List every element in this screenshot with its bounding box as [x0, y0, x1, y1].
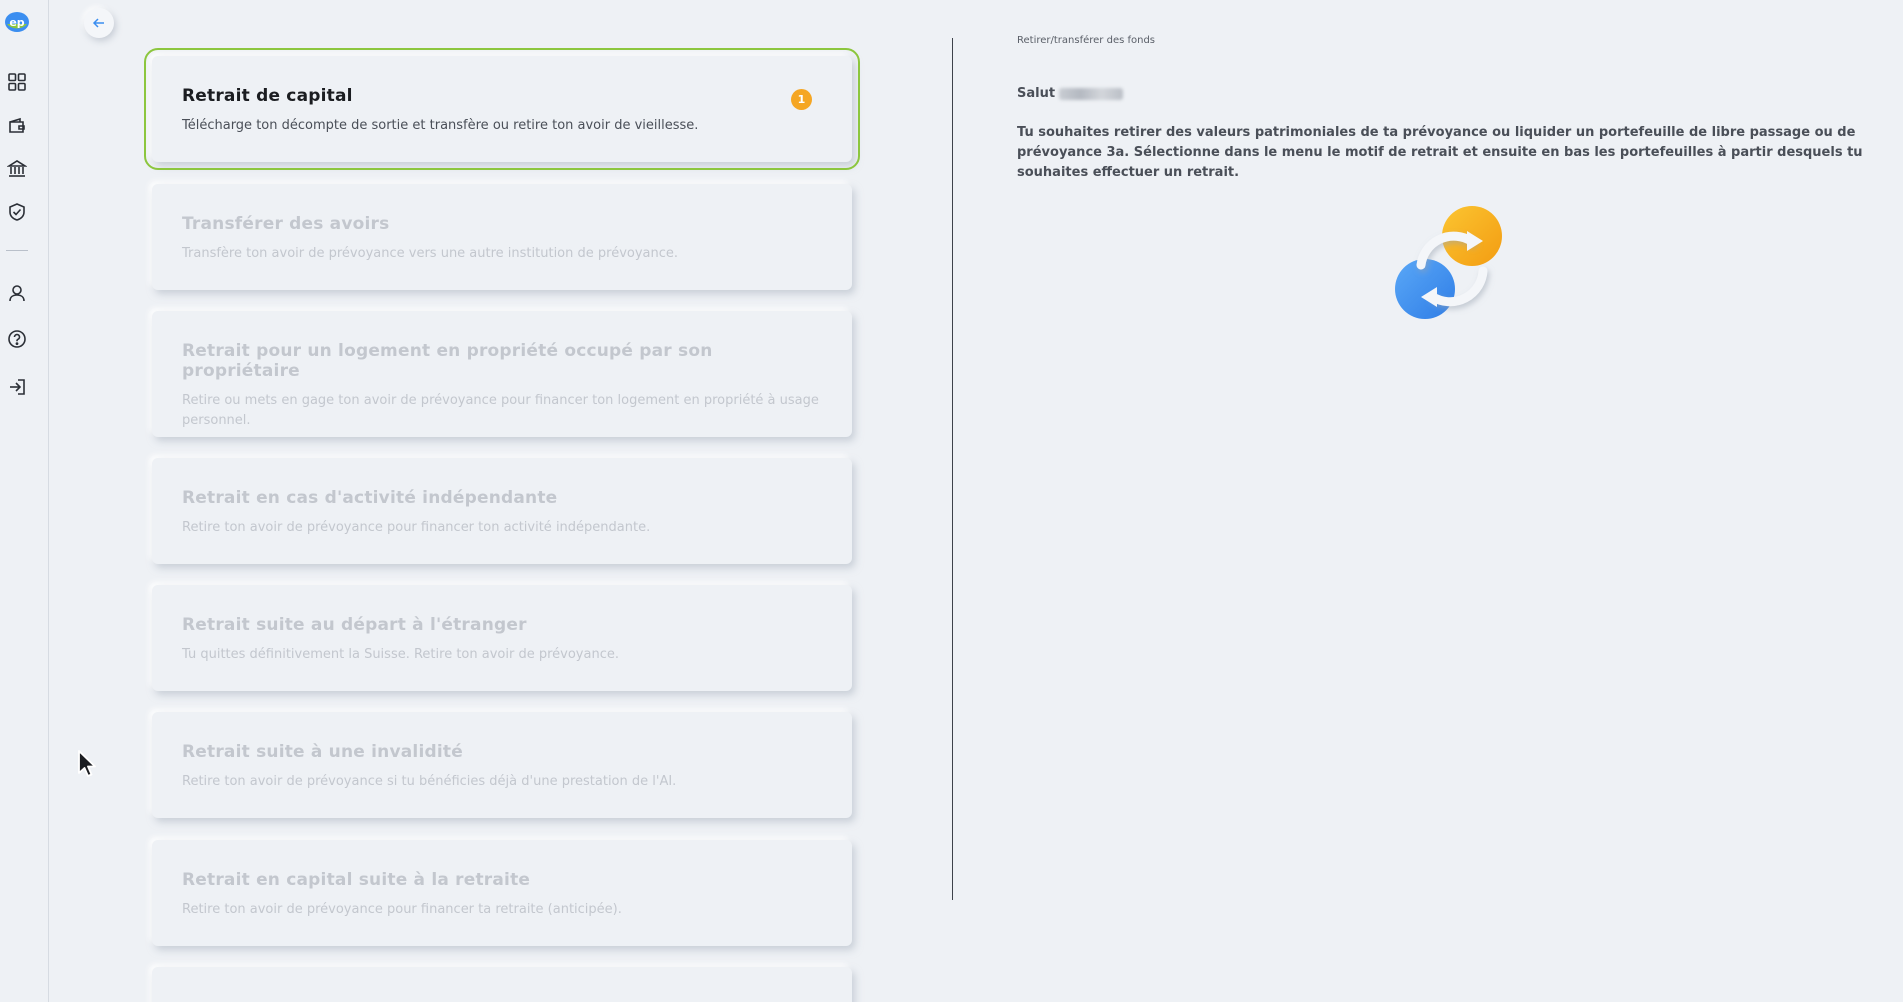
card-title: Retrait en capital suite à la retraite [182, 870, 531, 890]
card-description: Télécharge ton décompte de sortie et tra… [182, 118, 699, 133]
option-card-partial[interactable] [152, 967, 852, 1002]
nav-logout[interactable] [5, 375, 29, 399]
bank-icon [7, 160, 27, 177]
card-title: Retrait suite à une invalidité [182, 742, 463, 762]
card-description: Retire ton avoir de prévoyance pour fina… [182, 902, 622, 917]
card-description: Tu quittes définitivement la Suisse. Ret… [182, 647, 619, 662]
intro-text: Tu souhaites retirer des valeurs patrimo… [1017, 125, 1863, 180]
option-card-disability[interactable]: Retrait suite à une invalidité Retire to… [152, 712, 852, 818]
nav-wallet[interactable] [5, 114, 29, 138]
panel-divider [952, 38, 953, 900]
option-card-home-ownership[interactable]: Retrait pour un logement en propriété oc… [152, 311, 852, 437]
redacted-username [1059, 87, 1124, 100]
nav-bank[interactable] [5, 157, 29, 181]
mouse-cursor-icon [78, 750, 96, 777]
nav-dashboard[interactable] [5, 70, 29, 94]
option-card-capital-withdrawal[interactable]: Retrait de capital Télécharge ton décomp… [144, 48, 860, 170]
option-card-retirement[interactable]: Retrait en capital suite à la retraite R… [152, 840, 852, 946]
exchange-icon [1395, 206, 1502, 319]
card-title: Transférer des avoirs [182, 214, 390, 234]
card-description: Retire ou mets en gage ton avoir de prév… [182, 393, 819, 428]
help-icon [8, 330, 26, 348]
nav-profile[interactable] [5, 281, 29, 305]
nav-help[interactable] [5, 327, 29, 351]
shield-icon [9, 203, 25, 221]
logo-icon[interactable]: ep [4, 10, 30, 34]
back-button[interactable] [84, 8, 114, 38]
greeting: Salut [1017, 86, 1124, 101]
card-title: Retrait en cas d'activité indépendante [182, 488, 558, 508]
greeting-text: Salut [1017, 86, 1056, 101]
card-title: Retrait pour un logement en propriété oc… [182, 341, 713, 381]
svg-text:ep: ep [9, 16, 24, 29]
notification-badge: 1 [791, 89, 812, 110]
card-description: Transfère ton avoir de prévoyance vers u… [182, 246, 679, 261]
card-title: Retrait suite au départ à l'étranger [182, 615, 527, 635]
wallet-icon [9, 117, 25, 133]
card-title: Retrait de capital [182, 86, 353, 106]
arrow-left-icon [92, 18, 104, 28]
option-card-self-employment[interactable]: Retrait en cas d'activité indépendante R… [152, 458, 852, 564]
option-card-transfer-assets[interactable]: Transférer des avoirs Transfère ton avoi… [152, 184, 852, 290]
dashboard-icon [8, 73, 26, 91]
nav-shield[interactable] [5, 200, 29, 224]
sidebar-separator [6, 250, 28, 251]
app: ep Retrait de capital Télécharge ton déc… [0, 0, 1903, 1002]
logout-icon [10, 379, 25, 395]
card-description: Retire ton avoir de prévoyance pour fina… [182, 520, 651, 535]
card-description: Retire ton avoir de prévoyance si tu bén… [182, 774, 677, 789]
breadcrumb: Retirer/transférer des fonds [1017, 35, 1156, 46]
sidebar: ep [0, 0, 49, 1002]
option-card-departure-abroad[interactable]: Retrait suite au départ à l'étranger Tu … [152, 585, 852, 691]
user-icon [9, 285, 25, 302]
